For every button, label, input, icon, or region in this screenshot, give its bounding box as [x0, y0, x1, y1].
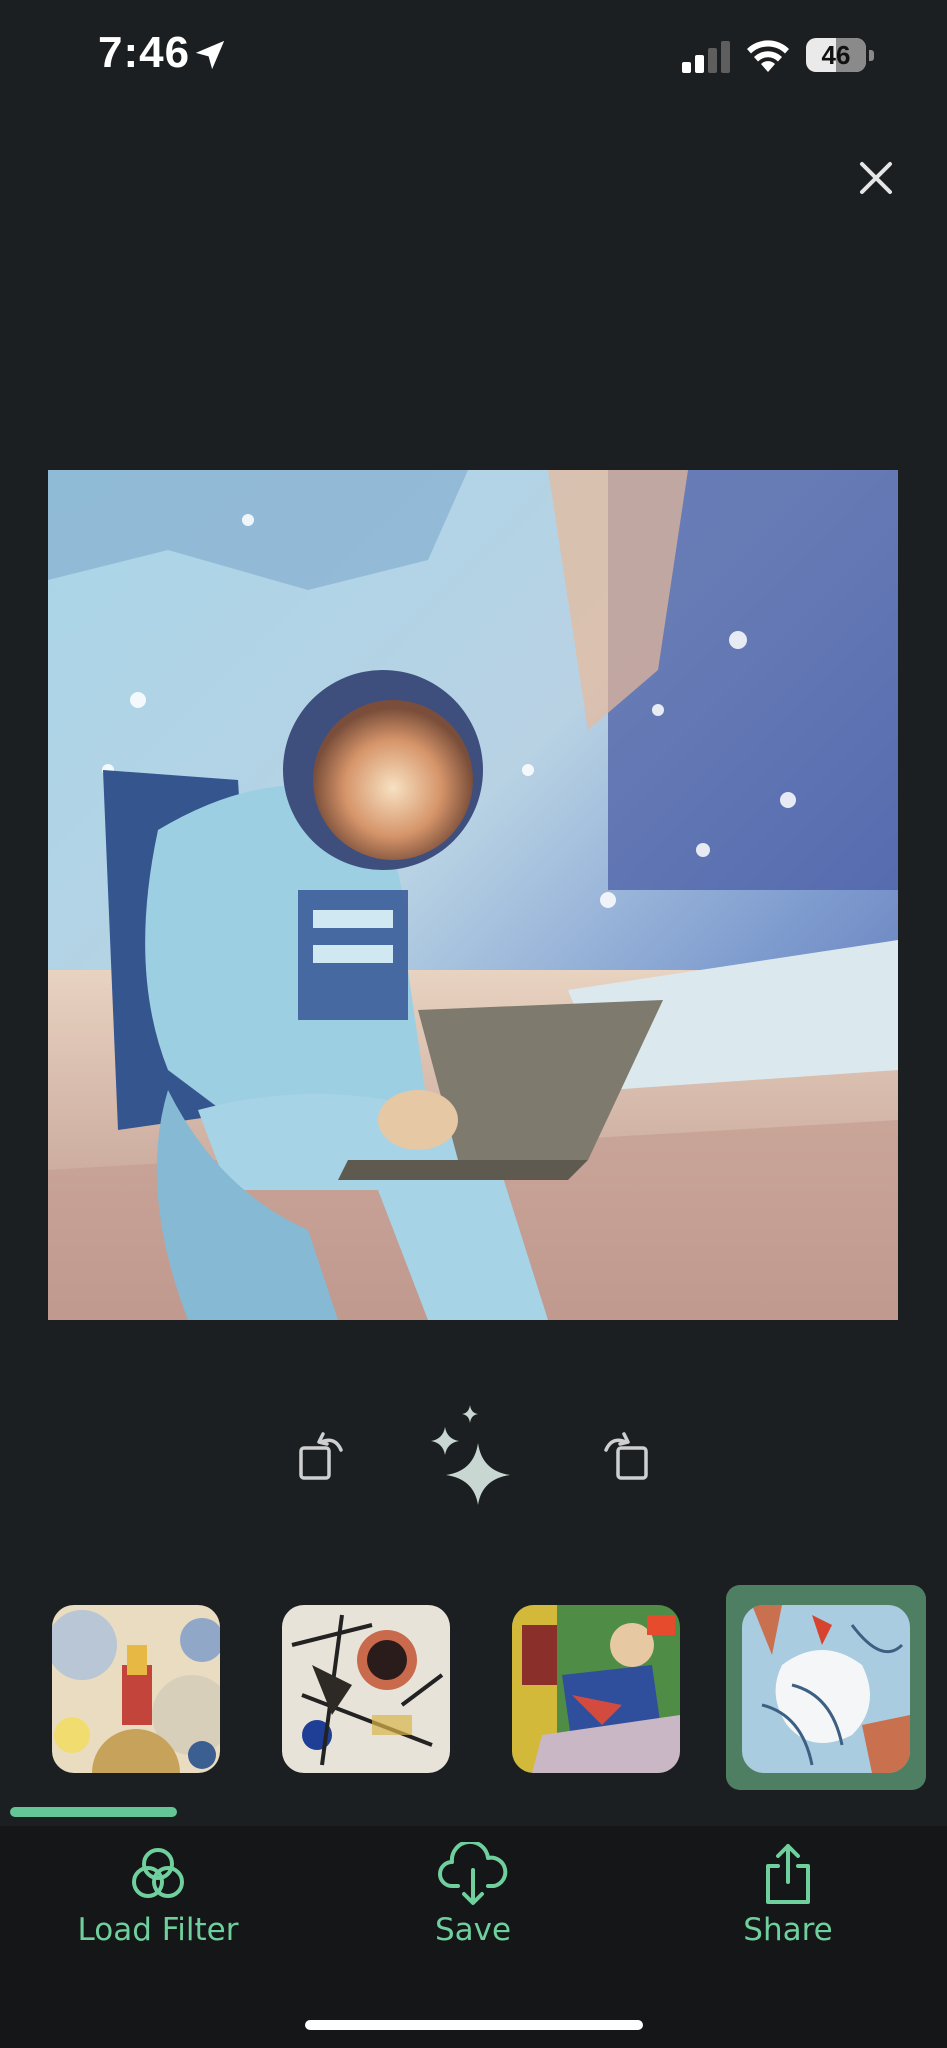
share-label: Share [743, 1912, 833, 1948]
filter-strip[interactable] [0, 1585, 947, 1795]
battery-level: 46 [821, 40, 851, 70]
close-icon[interactable] [850, 152, 902, 204]
save-label: Save [434, 1912, 512, 1948]
status-bar: 7:46 46 [0, 0, 947, 110]
load-filter-label: Load Filter [77, 1912, 239, 1948]
cloud-download-icon [438, 1842, 508, 1905]
filter-thumbnail-picasso[interactable] [512, 1605, 680, 1773]
status-time: 7:46 [98, 28, 191, 77]
save-button[interactable]: Save [333, 1842, 613, 1972]
rotate-right-icon[interactable] [596, 1428, 652, 1484]
rotate-left-icon[interactable] [295, 1428, 351, 1484]
battery-icon: 46 [806, 38, 876, 74]
location-arrow-icon [195, 40, 225, 70]
wifi-icon [747, 40, 789, 72]
filter-circles-icon [132, 1848, 184, 1898]
share-button[interactable]: Share [648, 1842, 928, 1972]
filter-thumbnail-kandinsky[interactable] [282, 1605, 450, 1773]
bottom-action-bar: Load Filter Save Share [0, 1826, 947, 2048]
filter-thumbnail-delaunay[interactable] [52, 1605, 220, 1773]
share-icon [766, 1844, 810, 1904]
load-filter-button[interactable]: Load Filter [18, 1842, 298, 1972]
home-indicator[interactable] [305, 2020, 643, 2030]
stylized-image [48, 470, 898, 1320]
cellular-signal-icon [682, 41, 730, 73]
filter-scroll-indicator [10, 1807, 177, 1817]
filter-thumbnail-abstract-blue[interactable] [742, 1605, 910, 1773]
magic-sparkle-icon[interactable] [428, 1405, 518, 1505]
